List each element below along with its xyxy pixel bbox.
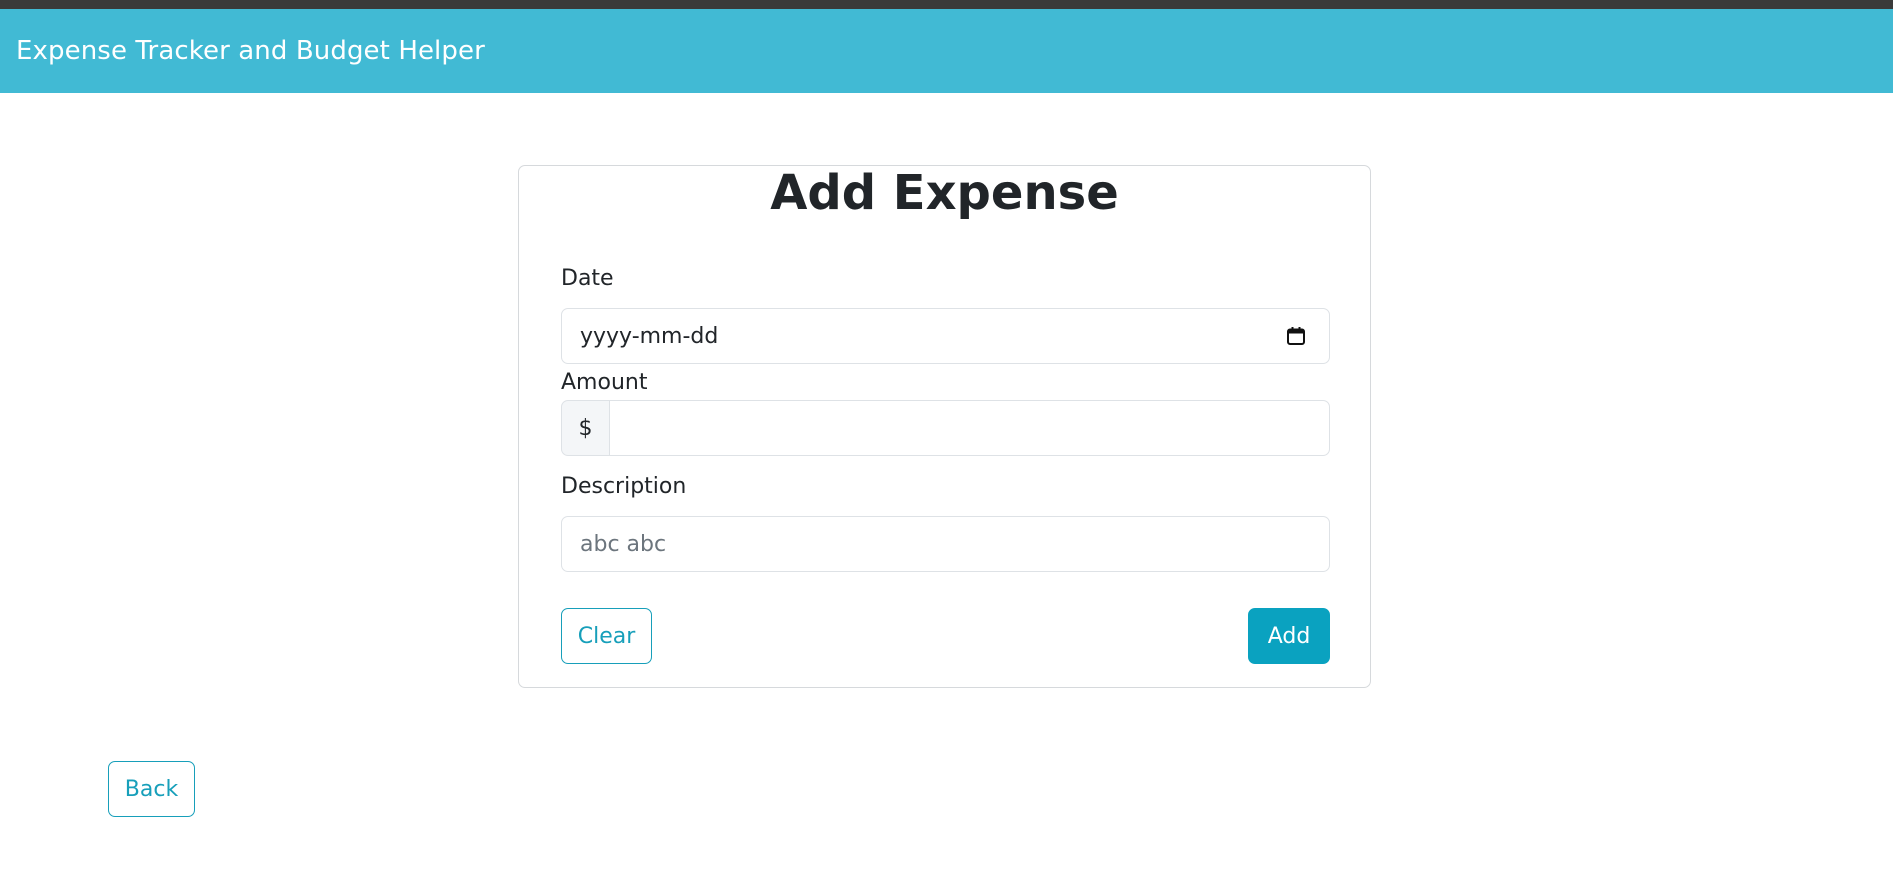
navbar-brand[interactable]: Expense Tracker and Budget Helper <box>16 36 485 66</box>
page-title: Add Expense <box>770 165 1119 221</box>
navbar: Expense Tracker and Budget Helper <box>0 9 1893 93</box>
add-button[interactable]: Add <box>1248 608 1330 664</box>
currency-addon: $ <box>561 400 610 456</box>
date-field[interactable]: yyyy-mm-dd <box>561 308 1330 364</box>
amount-input[interactable] <box>609 400 1330 456</box>
clear-button[interactable]: Clear <box>561 608 652 664</box>
description-input[interactable]: abc abc <box>561 516 1330 572</box>
amount-label: Amount <box>561 370 648 395</box>
back-button[interactable]: Back <box>108 761 195 817</box>
calendar-icon[interactable] <box>1286 326 1306 346</box>
window-top-strip <box>0 0 1893 9</box>
date-placeholder: yyyy-mm-dd <box>580 323 719 349</box>
date-label: Date <box>561 266 614 291</box>
description-placeholder: abc abc <box>580 531 667 557</box>
description-label: Description <box>561 474 687 499</box>
